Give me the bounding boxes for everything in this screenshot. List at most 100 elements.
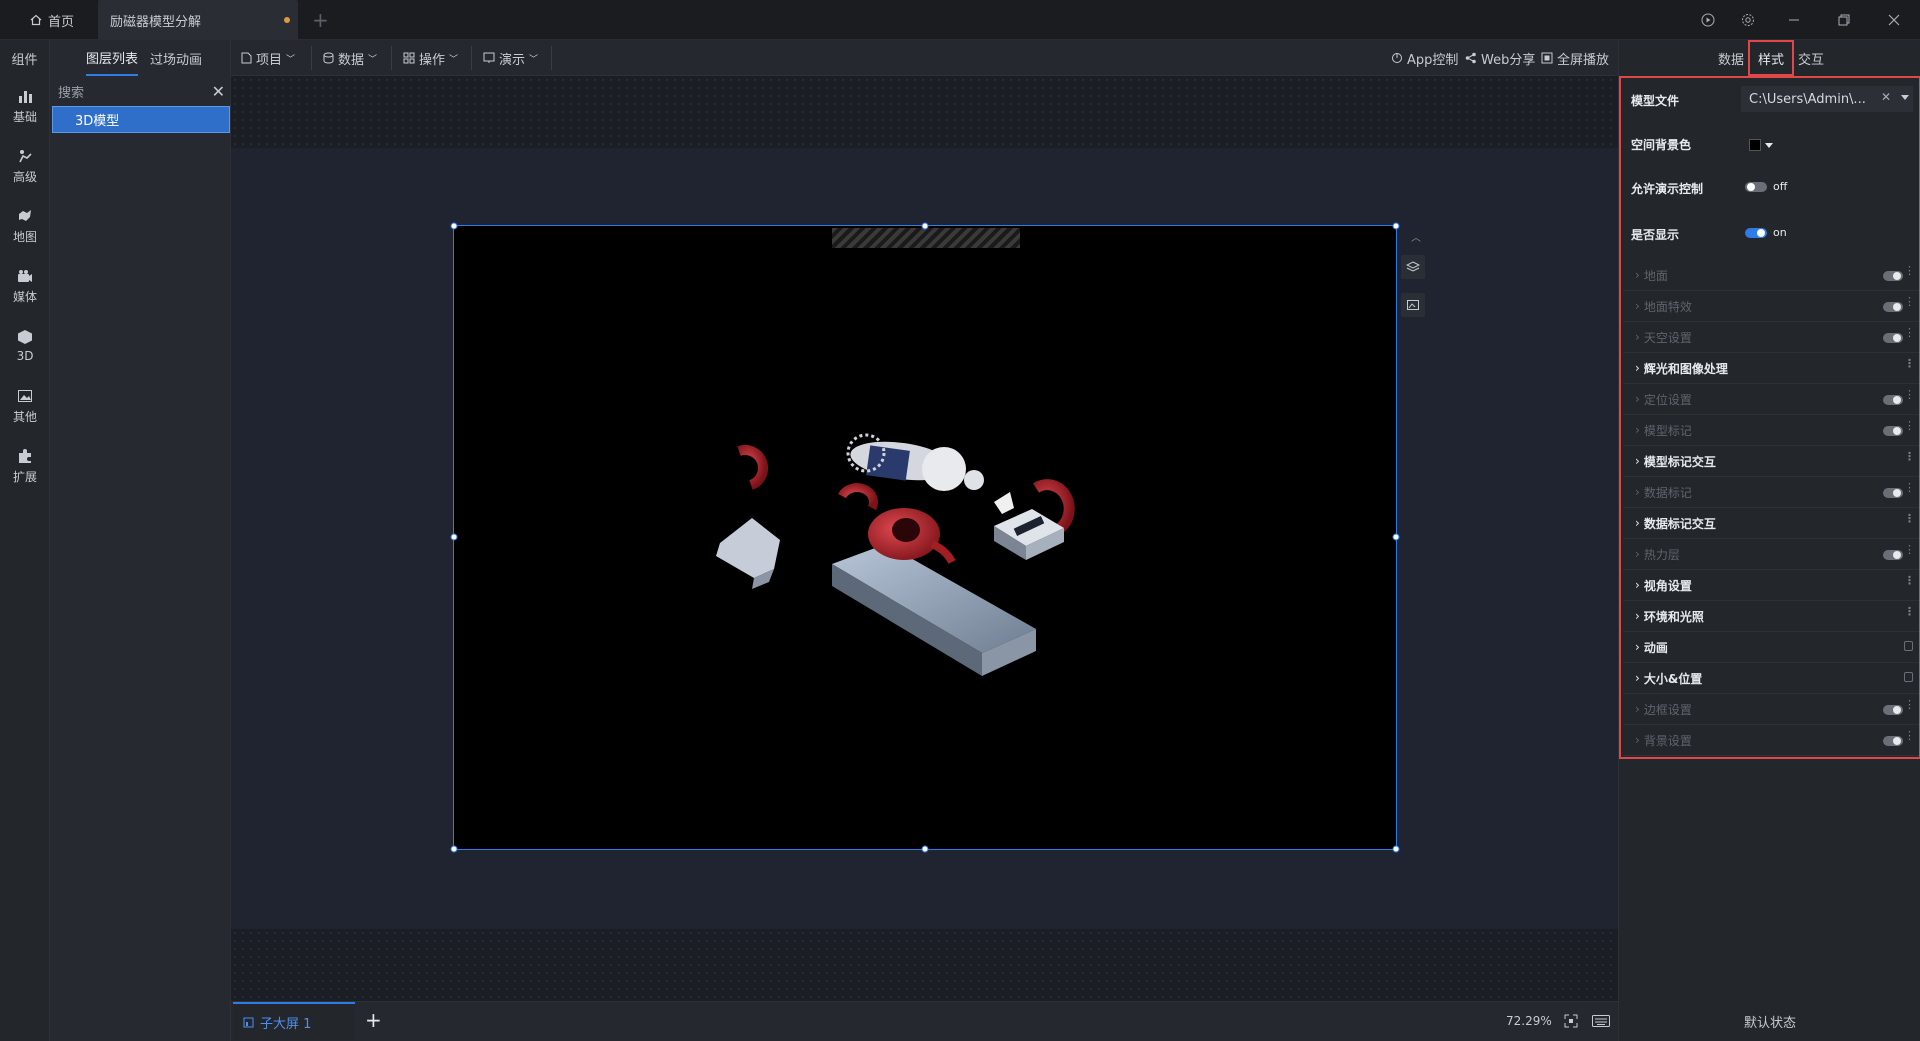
resize-handle-sw[interactable]	[450, 845, 458, 853]
section-row[interactable]: › 定位设置 ⋮	[1623, 384, 1919, 415]
category-advanced[interactable]: 高级	[0, 136, 50, 196]
more-options-icon[interactable]: ⋮	[1904, 730, 1915, 741]
screen-tab[interactable]: 子大屏 1	[233, 1002, 355, 1040]
zoom-level[interactable]: 72.29%	[1506, 1014, 1552, 1028]
section-label: 地面特效	[1643, 299, 1692, 314]
category-3d[interactable]: 3D	[0, 316, 50, 376]
more-options-icon[interactable]: ⋮	[1904, 327, 1915, 338]
resize-handle-se[interactable]	[1392, 845, 1400, 853]
section-row[interactable]: › 背景设置 ⋮	[1623, 725, 1919, 756]
web-share-button[interactable]: Web分享	[1465, 40, 1535, 76]
more-options-icon[interactable]: ⋮	[1904, 296, 1915, 307]
more-options-icon[interactable]: ⋮	[1904, 420, 1915, 431]
section-toggle[interactable]	[1883, 302, 1903, 312]
section-toggle[interactable]	[1883, 736, 1903, 746]
demo-menu[interactable]: 演示 ﹀	[483, 40, 538, 76]
bg-color-picker[interactable]	[1749, 136, 1789, 154]
section-toggle[interactable]	[1883, 271, 1903, 281]
section-label: 环境和光照	[1643, 609, 1704, 624]
keyboard-icon[interactable]	[1592, 1015, 1610, 1031]
section-row[interactable]: › 动画	[1623, 632, 1919, 663]
section-toggle[interactable]	[1883, 705, 1903, 715]
category-map[interactable]: 地图	[0, 196, 50, 256]
tab-style[interactable]: 样式	[1748, 40, 1794, 76]
operation-menu[interactable]: 操作 ﹀	[403, 40, 458, 76]
default-state-button[interactable]: 默认状态	[1619, 1001, 1920, 1041]
section-row[interactable]: › 数据标记 ⋮	[1623, 477, 1919, 508]
section-row[interactable]: › 热力层 ⋮	[1623, 539, 1919, 570]
3d-model-component[interactable]	[450, 222, 1400, 853]
category-media[interactable]: 媒体	[0, 256, 50, 316]
project-menu[interactable]: 项目 ﹀	[241, 40, 295, 76]
add-tab-button[interactable]: +	[312, 8, 329, 32]
close-icon[interactable]	[1872, 0, 1916, 40]
tab-document[interactable]: 励磁器模型分解	[98, 0, 298, 40]
demo-control-toggle[interactable]: off	[1745, 180, 1787, 193]
section-row[interactable]: › 地面 ⋮	[1623, 260, 1919, 291]
more-options-icon[interactable]: ⋮	[1904, 606, 1915, 617]
lock-icon[interactable]	[1904, 641, 1913, 651]
section-row[interactable]: › 边框设置 ⋮	[1623, 694, 1919, 725]
tab-transition-animation[interactable]: 过场动画	[150, 40, 202, 76]
section-toggle[interactable]	[1883, 426, 1903, 436]
resize-handle-w[interactable]	[450, 533, 458, 541]
tab-layer-list[interactable]: 图层列表	[86, 40, 139, 76]
collapse-up-icon[interactable]: ︿	[1411, 229, 1421, 244]
section-row[interactable]: › 数据标记交互 ⋮	[1623, 508, 1919, 539]
section-row[interactable]: › 环境和光照 ⋮	[1623, 601, 1919, 632]
section-row[interactable]: › 模型标记交互 ⋮	[1623, 446, 1919, 477]
tab-home[interactable]: 首页	[18, 0, 108, 40]
more-options-icon[interactable]: ⋮	[1904, 265, 1915, 276]
more-options-icon[interactable]: ⋮	[1904, 389, 1915, 400]
minimize-icon[interactable]	[1772, 0, 1816, 40]
layer-search-input[interactable]: 搜索 ✕	[50, 80, 231, 102]
dropdown-caret-icon[interactable]	[1901, 95, 1909, 100]
more-options-icon[interactable]: ⋮	[1904, 699, 1915, 710]
section-row[interactable]: › 模型标记 ⋮	[1623, 415, 1919, 446]
data-menu[interactable]: 数据 ﹀	[323, 40, 377, 76]
more-options-icon[interactable]: ⋮	[1904, 513, 1915, 524]
category-media-label: 媒体	[12, 289, 37, 304]
resize-handle-ne[interactable]	[1392, 222, 1400, 230]
fit-screen-icon[interactable]	[1564, 1014, 1578, 1032]
section-toggle[interactable]	[1883, 395, 1903, 405]
layer-item-3d-model[interactable]: 3D模型	[52, 106, 230, 133]
more-options-icon[interactable]: ⋮	[1904, 451, 1915, 462]
layers-icon[interactable]	[1401, 255, 1425, 279]
tab-interaction[interactable]: 交互	[1793, 40, 1829, 76]
section-row[interactable]: › 大小&位置	[1623, 663, 1919, 694]
canvas-area[interactable]: ︿	[231, 76, 1618, 1001]
more-options-icon[interactable]: ⋮	[1904, 482, 1915, 493]
more-options-icon[interactable]: ⋮	[1904, 575, 1915, 586]
more-options-icon[interactable]: ⋮	[1904, 544, 1915, 555]
clear-file-icon[interactable]: ✕	[1881, 90, 1891, 104]
lock-icon[interactable]	[1904, 672, 1913, 682]
restore-icon[interactable]	[1822, 0, 1866, 40]
resize-handle-n[interactable]	[921, 222, 929, 230]
section-row[interactable]: › 地面特效 ⋮	[1623, 291, 1919, 322]
add-screen-button[interactable]: +	[365, 1008, 382, 1032]
category-basic[interactable]: 基础	[0, 76, 50, 136]
section-toggle[interactable]	[1883, 550, 1903, 560]
toolbar-divider	[471, 46, 472, 70]
category-other[interactable]: 其他	[0, 376, 50, 436]
section-row[interactable]: › 视角设置 ⋮	[1623, 570, 1919, 601]
snapshot-icon[interactable]	[1401, 293, 1425, 317]
app-control-button[interactable]: App控制	[1391, 40, 1458, 76]
section-toggle[interactable]	[1883, 333, 1903, 343]
clear-search-icon[interactable]: ✕	[212, 82, 225, 101]
section-row[interactable]: › 天空设置 ⋮	[1623, 322, 1919, 353]
more-options-icon[interactable]: ⋮	[1904, 358, 1915, 369]
resize-handle-nw[interactable]	[450, 222, 458, 230]
fullscreen-button[interactable]: 全屏播放	[1541, 40, 1609, 76]
section-toggle[interactable]	[1883, 488, 1903, 498]
category-extension[interactable]: 扩展	[0, 436, 50, 496]
settings-gear-icon[interactable]	[1726, 0, 1770, 40]
resize-handle-e[interactable]	[1392, 533, 1400, 541]
model-file-select[interactable]: C:\Users\Admin\... ✕	[1741, 86, 1913, 112]
visible-toggle[interactable]: on	[1745, 226, 1787, 239]
play-icon[interactable]	[1686, 0, 1730, 40]
resize-handle-s[interactable]	[921, 845, 929, 853]
section-row[interactable]: › 辉光和图像处理 ⋮	[1623, 353, 1919, 384]
tab-data[interactable]: 数据	[1711, 40, 1751, 76]
